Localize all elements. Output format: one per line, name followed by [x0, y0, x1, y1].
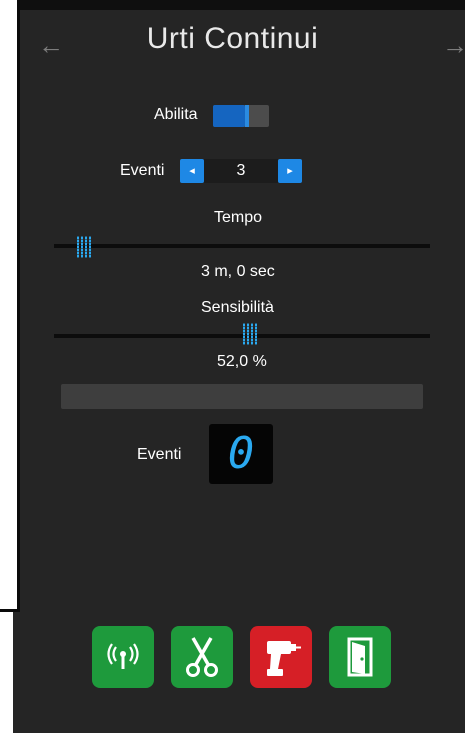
events-counter-label: Eventi [137, 446, 182, 463]
time-slider-track[interactable] [54, 244, 430, 248]
events-stepper-value[interactable]: 3 [204, 159, 278, 183]
scissors-icon [186, 637, 218, 677]
time-label: Tempo [214, 209, 263, 226]
decrement-button[interactable]: ◂ [180, 159, 204, 183]
background-window-edge [0, 0, 20, 612]
events-counter-digit: 0 [227, 428, 255, 479]
events-counter-display: 0 [209, 424, 273, 484]
enable-label: Abilita [154, 106, 198, 123]
events-stepper-label: Eventi [120, 162, 165, 179]
increment-button[interactable]: ▸ [278, 159, 302, 183]
toggle-on-segment [213, 105, 245, 127]
door-icon [347, 637, 373, 677]
sensitivity-slider-thumb[interactable] [242, 323, 257, 345]
scissors-button[interactable] [171, 626, 233, 688]
top-edge [13, 0, 465, 10]
sensitivity-value: 52,0 % [217, 353, 267, 370]
radio-button[interactable] [92, 626, 154, 688]
event-progress-bar [61, 384, 423, 409]
page-title: Urti Continui [146, 22, 319, 55]
radio-icon [107, 643, 139, 669]
sensitivity-label: Sensibilità [201, 299, 274, 316]
door-button[interactable] [329, 626, 391, 688]
time-slider-thumb[interactable] [77, 236, 92, 258]
time-value: 3 m, 0 sec [201, 263, 275, 280]
drill-icon [267, 641, 301, 676]
enable-toggle[interactable] [213, 105, 269, 127]
drill-button[interactable] [250, 626, 312, 688]
toggle-knob [245, 105, 249, 127]
forward-arrow-icon[interactable]: → [442, 30, 465, 60]
